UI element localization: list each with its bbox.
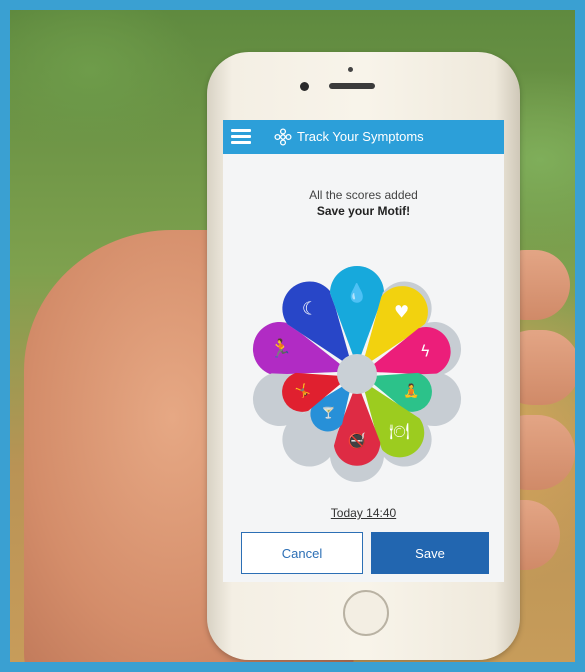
status-message: All the scores added <box>309 188 418 202</box>
motif-center <box>337 354 377 394</box>
running-icon: 🏃 <box>270 337 292 359</box>
home-button[interactable] <box>343 590 389 636</box>
plate-cutlery-icon: 🍽 <box>389 422 409 441</box>
no-drinks-icon: 🍸 <box>321 406 335 420</box>
hamburger-menu-icon[interactable] <box>231 129 251 145</box>
header-title: Track Your Symptoms <box>297 129 424 144</box>
app-header: Track Your Symptoms <box>223 120 504 154</box>
app-screen: Track Your Symptoms All the scores added… <box>223 120 504 582</box>
lightning-icon: ϟ <box>420 341 431 360</box>
timestamp-link[interactable]: Today 14:40 <box>223 506 504 520</box>
earpiece-speaker <box>329 83 375 89</box>
crossed-runner-icon: 🤸 <box>295 383 311 399</box>
motif-flower-chart: 🏃 ☾ 💧 ♥ ϟ 🧘 🍽 🚭 🍸 🤸 <box>252 266 462 482</box>
photo-frame: Track Your Symptoms All the scores added… <box>0 0 585 672</box>
flower-logo-icon <box>274 128 292 146</box>
save-button[interactable]: Save <box>371 532 489 574</box>
moon-stars-icon: ☾ <box>302 298 318 319</box>
sensor-dot <box>348 67 353 72</box>
phone: Track Your Symptoms All the scores added… <box>207 52 520 660</box>
cancel-button[interactable]: Cancel <box>241 532 363 574</box>
no-smoking-icon: 🚭 <box>348 432 367 450</box>
water-drop-icon: 💧 <box>346 282 368 304</box>
stretching-icon: 🧘 <box>403 383 419 399</box>
heart-icon: ♥ <box>394 303 409 323</box>
save-prompt: Save your Motif! <box>316 204 411 218</box>
front-camera <box>300 82 309 91</box>
